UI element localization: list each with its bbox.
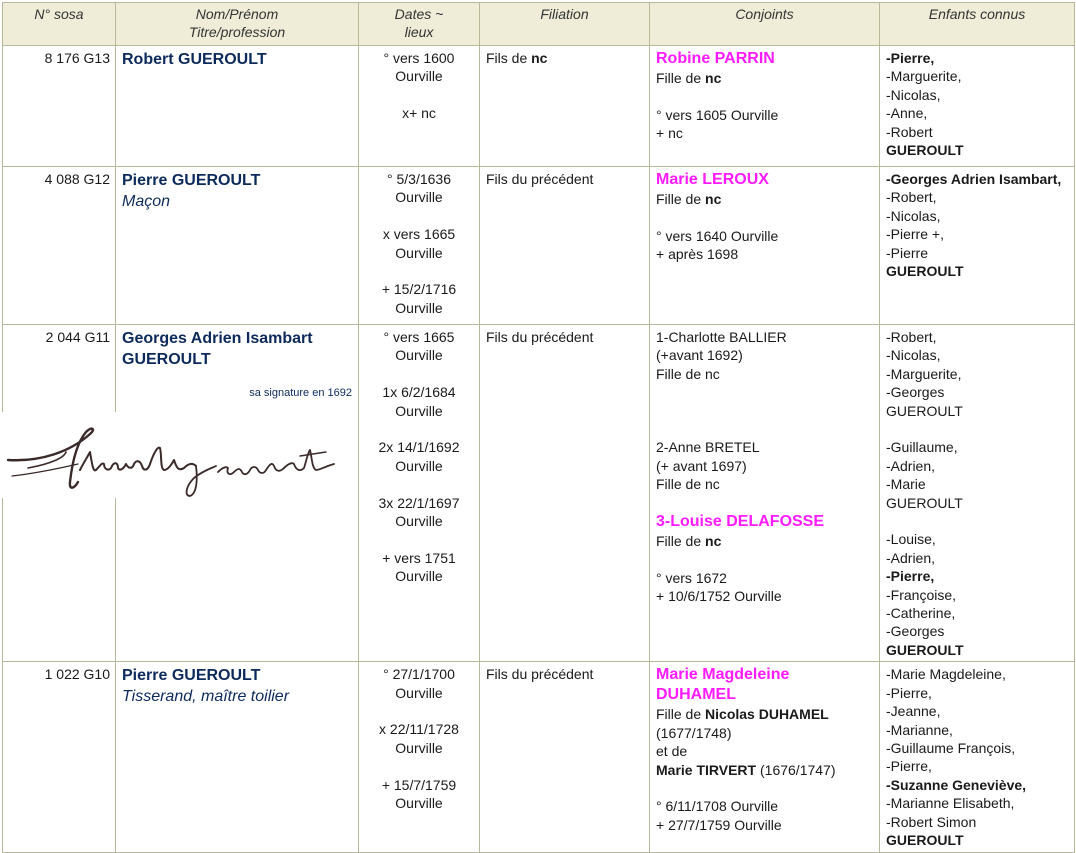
children-cell: -Georges Adrien Isambart, -Robert, -Nico… — [879, 166, 1075, 325]
header-dates: Dates ~ lieux — [358, 2, 480, 46]
filiation-cell: Fils du précédent — [479, 323, 650, 663]
header-name: Nom/Prénom Titre/profession — [115, 2, 359, 46]
spouse-name: Marie Magdeleine DUHAMEL — [656, 666, 790, 704]
person-title: Maçon — [122, 193, 171, 210]
dates-cell: ° 5/3/1636 Ourville x vers 1665 Ourville… — [358, 166, 480, 325]
person-name: Pierre GUEROULT — [122, 667, 261, 685]
filiation-cell: Fils de nc — [479, 45, 650, 167]
header-row: N° sosa Nom/Prénom Titre/profession Dates… — [2, 2, 1075, 46]
spouse-name: Robine PARRIN — [656, 50, 775, 67]
table-row: 1 022 G10 Pierre GUEROULT Tisserand, maî… — [2, 661, 1075, 853]
children-cell: -Pierre, -Marguerite, -Nicolas, -Anne, -… — [879, 45, 1075, 167]
spouse-cell: Marie LEROUX Fille de nc ° vers 1640 Our… — [649, 166, 880, 325]
name-cell: Robert GUEROULT — [115, 45, 359, 167]
person-name: Georges Adrien Isambart GUEROULT — [122, 330, 313, 368]
children-cell: -Marie Magdeleine, -Pierre, -Jeanne, -Ma… — [879, 661, 1075, 853]
header-sosa: N° sosa — [2, 2, 116, 46]
sosa-cell: 1 022 G10 — [2, 661, 116, 853]
dates-cell: ° 27/1/1700 Ourville x 22/11/1728 Ourvil… — [358, 661, 480, 853]
sosa-cell: 8 176 G13 — [2, 45, 116, 167]
spouse-cell: 1-Charlotte BALLIER (+avant 1692) Fille … — [649, 323, 880, 663]
person-name: Robert GUEROULT — [122, 51, 267, 68]
filiation-cell: Fils du précédent — [479, 166, 650, 325]
sosa-cell: 4 088 G12 — [2, 166, 116, 325]
name-cell: Pierre GUEROULT Maçon — [115, 166, 359, 325]
spouse-name: 3-Louise DELAFOSSE — [656, 513, 825, 530]
spouse-cell: Robine PARRIN Fille de nc ° vers 1605 Ou… — [649, 45, 880, 167]
spouse-name: Marie LEROUX — [656, 171, 769, 188]
signature-caption: sa signature en 1692 — [249, 387, 352, 399]
spouse-cell: Marie Magdeleine DUHAMEL Fille de Nicola… — [649, 661, 880, 853]
children-cell: -Robert, -Nicolas, -Marguerite, -Georges… — [879, 323, 1075, 663]
filiation-cell: Fils du précédent — [479, 661, 650, 853]
header-filiation: Filiation — [479, 2, 650, 46]
signature-image — [0, 412, 355, 498]
header-enfants: Enfants connus — [879, 2, 1075, 46]
dates-cell: ° vers 1665 Ourville 1x 6/2/1684 Ourvill… — [358, 323, 480, 663]
person-title: Tisserand, maître toilier — [122, 688, 290, 706]
dates-cell: ° vers 1600 Ourville x+ nc — [358, 45, 480, 167]
header-conjoints: Conjoints — [649, 2, 880, 46]
name-cell: Pierre GUEROULT Tisserand, maître toilie… — [115, 661, 359, 853]
signature-drawing — [6, 427, 335, 497]
table-row: 4 088 G12 Pierre GUEROULT Maçon ° 5/3/16… — [2, 166, 1075, 325]
person-name: Pierre GUEROULT — [122, 172, 261, 189]
table-row: 8 176 G13 Robert GUEROULT ° vers 1600 Ou… — [2, 45, 1075, 167]
